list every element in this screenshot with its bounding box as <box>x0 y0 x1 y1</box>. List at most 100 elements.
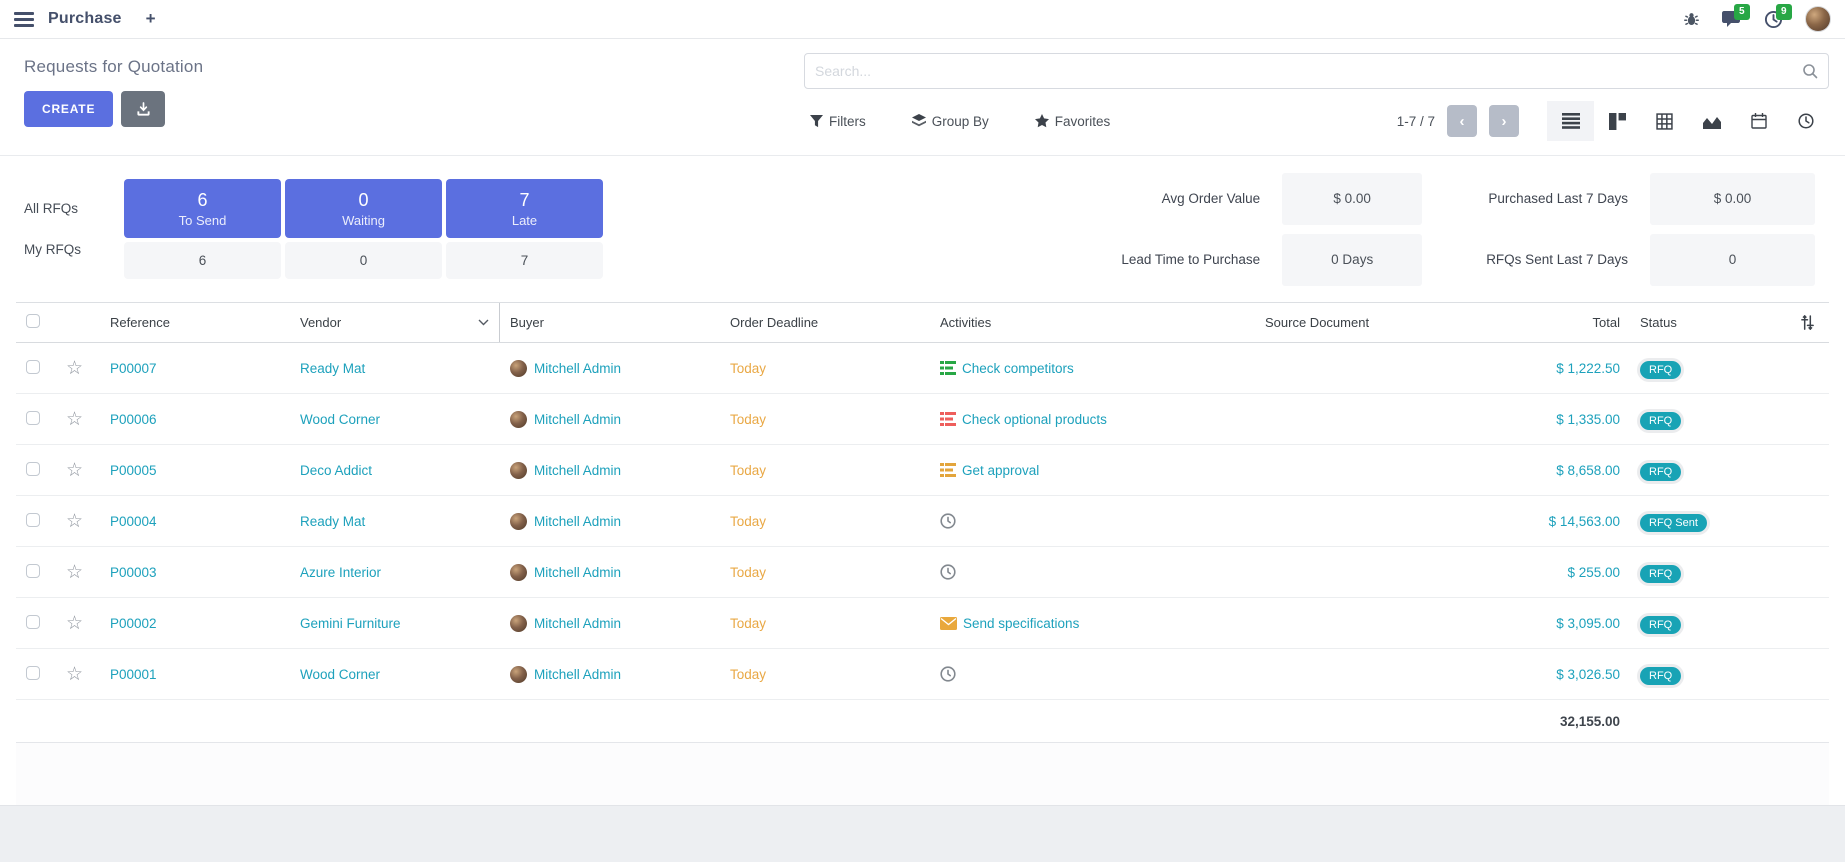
calendar-view-button[interactable] <box>1735 101 1782 141</box>
buyer-link[interactable]: Mitchell Admin <box>534 667 621 682</box>
column-header-status[interactable]: Status <box>1630 315 1740 330</box>
kanban-view-button[interactable] <box>1594 101 1641 141</box>
row-checkbox[interactable] <box>26 513 40 527</box>
table-row[interactable]: ☆ P00007 Ready Mat Mitchell Admin Today … <box>16 343 1829 394</box>
buyer-link[interactable]: Mitchell Admin <box>534 616 621 631</box>
row-checkbox[interactable] <box>26 462 40 476</box>
user-avatar[interactable] <box>1805 6 1831 32</box>
buyer-avatar <box>510 666 527 683</box>
table-row[interactable]: ☆ P00003 Azure Interior Mitchell Admin T… <box>16 547 1829 598</box>
vendor-link[interactable]: Azure Interior <box>300 565 381 580</box>
pivot-view-button[interactable] <box>1641 101 1688 141</box>
reference-link[interactable]: P00005 <box>110 463 157 478</box>
search-icon[interactable] <box>1802 63 1818 79</box>
vendor-link[interactable]: Deco Addict <box>300 463 372 478</box>
buyer-link[interactable]: Mitchell Admin <box>534 514 621 529</box>
row-checkbox[interactable] <box>26 411 40 425</box>
select-all-checkbox[interactable] <box>26 314 40 328</box>
reference-link[interactable]: P00007 <box>110 361 157 376</box>
activity-label[interactable]: Send specifications <box>963 616 1079 631</box>
vendor-link[interactable]: Wood Corner <box>300 667 380 682</box>
vendor-link[interactable]: Ready Mat <box>300 514 365 529</box>
buyer-link[interactable]: Mitchell Admin <box>534 565 621 580</box>
reference-link[interactable]: P00002 <box>110 616 157 631</box>
activity-envelope-icon[interactable] <box>940 617 957 630</box>
reference-link[interactable]: P00004 <box>110 514 157 529</box>
messages-icon[interactable]: 5 <box>1722 10 1742 28</box>
favorite-star-icon[interactable]: ☆ <box>66 613 83 634</box>
kpi-my-to-send[interactable]: 6 <box>124 242 281 279</box>
reference-link[interactable]: P00003 <box>110 565 157 580</box>
favorite-star-icon[interactable]: ☆ <box>66 358 83 379</box>
buyer-link[interactable]: Mitchell Admin <box>534 412 621 427</box>
apps-menu-icon[interactable] <box>14 12 34 27</box>
column-header-order-deadline[interactable]: Order Deadline <box>720 315 930 330</box>
row-checkbox[interactable] <box>26 666 40 680</box>
favorite-star-icon[interactable]: ☆ <box>66 460 83 481</box>
export-button[interactable] <box>121 91 165 127</box>
column-header-buyer[interactable]: Buyer <box>500 315 720 330</box>
reference-link[interactable]: P00001 <box>110 667 157 682</box>
list-view-button[interactable] <box>1547 101 1594 141</box>
favorite-star-icon[interactable]: ☆ <box>66 511 83 532</box>
activity-clock-icon[interactable] <box>940 666 956 682</box>
activity-label[interactable]: Get approval <box>962 463 1039 478</box>
row-checkbox[interactable] <box>26 615 40 629</box>
search-input[interactable] <box>815 63 1802 79</box>
row-checkbox[interactable] <box>26 360 40 374</box>
activity-tasks-icon[interactable] <box>940 412 956 426</box>
activity-clock-icon[interactable] <box>940 513 956 529</box>
reference-link[interactable]: P00006 <box>110 412 157 427</box>
favorite-star-icon[interactable]: ☆ <box>66 409 83 430</box>
favorite-star-icon[interactable]: ☆ <box>66 664 83 685</box>
status-badge: RFQ <box>1640 616 1681 634</box>
debug-bug-icon[interactable] <box>1683 11 1700 28</box>
stat-label: Avg Order Value <box>1121 191 1260 206</box>
app-title[interactable]: Purchase <box>48 10 122 28</box>
adjust-columns-icon[interactable] <box>1800 315 1815 330</box>
column-header-vendor[interactable]: Vendor <box>290 303 500 342</box>
table-row[interactable]: ☆ P00002 Gemini Furniture Mitchell Admin… <box>16 598 1829 649</box>
total-amount: $ 1,222.50 <box>1556 361 1620 376</box>
favorites-button[interactable]: Favorites <box>1035 114 1111 129</box>
total-amount: $ 3,026.50 <box>1556 667 1620 682</box>
activity-view-button[interactable] <box>1782 101 1829 141</box>
column-header-activities[interactable]: Activities <box>930 315 1255 330</box>
search-bar[interactable] <box>804 53 1829 89</box>
kpi-my-late[interactable]: 7 <box>446 242 603 279</box>
filters-button[interactable]: Filters <box>810 114 866 129</box>
table-row[interactable]: ☆ P00006 Wood Corner Mitchell Admin Toda… <box>16 394 1829 445</box>
column-header-source-document[interactable]: Source Document <box>1255 315 1520 330</box>
pager-next-button[interactable]: › <box>1489 105 1519 137</box>
table-row[interactable]: ☆ P00004 Ready Mat Mitchell Admin Today … <box>16 496 1829 547</box>
activity-clock-icon[interactable] <box>940 564 956 580</box>
group-by-button[interactable]: Group By <box>912 114 989 129</box>
graph-view-button[interactable] <box>1688 101 1735 141</box>
activity-label[interactable]: Check competitors <box>962 361 1074 376</box>
column-header-reference[interactable]: Reference <box>100 315 290 330</box>
pager-previous-button[interactable]: ‹ <box>1447 105 1477 137</box>
kpi-my-waiting[interactable]: 0 <box>285 242 442 279</box>
row-checkbox[interactable] <box>26 564 40 578</box>
activity-label[interactable]: Check optional products <box>962 412 1107 427</box>
activities-clock-icon[interactable]: 9 <box>1764 10 1783 29</box>
table-row[interactable]: ☆ P00005 Deco Addict Mitchell Admin Toda… <box>16 445 1829 496</box>
favorite-star-icon[interactable]: ☆ <box>66 562 83 583</box>
buyer-link[interactable]: Mitchell Admin <box>534 463 621 478</box>
activity-tasks-icon[interactable] <box>940 361 956 375</box>
vendor-link[interactable]: Gemini Furniture <box>300 616 401 631</box>
table-body: ☆ P00007 Ready Mat Mitchell Admin Today … <box>16 343 1829 700</box>
kpi-waiting[interactable]: 0 Waiting <box>285 179 442 238</box>
vendor-link[interactable]: Wood Corner <box>300 412 380 427</box>
new-tab-button[interactable]: + <box>146 9 156 29</box>
buyer-avatar <box>510 360 527 377</box>
create-button[interactable]: CREATE <box>24 91 113 127</box>
table-row[interactable]: ☆ P00001 Wood Corner Mitchell Admin Toda… <box>16 649 1829 700</box>
kpi-to-send[interactable]: 6 To Send <box>124 179 281 238</box>
stat-lead-time: 0 Days <box>1282 234 1422 286</box>
buyer-link[interactable]: Mitchell Admin <box>534 361 621 376</box>
activity-tasks-icon[interactable] <box>940 463 956 477</box>
column-header-total[interactable]: Total <box>1520 315 1630 330</box>
vendor-link[interactable]: Ready Mat <box>300 361 365 376</box>
kpi-late[interactable]: 7 Late <box>446 179 603 238</box>
